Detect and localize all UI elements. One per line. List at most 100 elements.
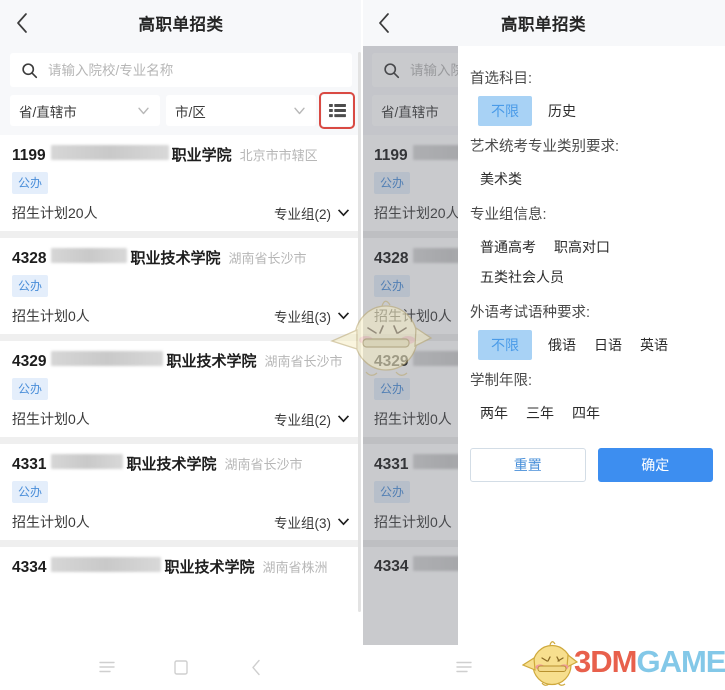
list-item-header: 4334 职业技术学院 湖南省株洲 xyxy=(12,556,350,577)
filter-chip-group-0[interactable]: 普通高考 xyxy=(478,232,538,262)
phone-screen-right: 高职单招类 省/直辖市 xyxy=(362,0,725,645)
badge-row: 公办 xyxy=(12,172,350,194)
city-select-label: 市/区 xyxy=(175,104,206,120)
school-region: 湖南省长沙市 xyxy=(264,354,343,369)
nav-recents-button[interactable] xyxy=(96,656,118,678)
filter-chip-row: 不限 历史 xyxy=(470,96,713,126)
filter-list-button[interactable] xyxy=(319,92,355,129)
search-icon xyxy=(18,62,40,79)
drawer-actions: 重置 确定 xyxy=(470,448,713,482)
filter-section-duration: 学制年限: 两年 三年 四年 xyxy=(470,369,713,428)
chevron-down-icon xyxy=(136,103,151,118)
major-group-toggle[interactable]: 专业组(2) xyxy=(274,203,350,223)
province-select[interactable]: 省/直辖市 xyxy=(10,95,160,126)
status-badge: 公办 xyxy=(12,275,49,297)
school-name: 职业技术学院 xyxy=(126,456,217,473)
filter-section-title: 外语考试语种要求: xyxy=(470,305,591,321)
school-name: 职业学院 xyxy=(171,147,232,164)
filter-chip-lang-1[interactable]: 俄语 xyxy=(546,330,578,360)
school-code: 4329 xyxy=(12,353,47,370)
school-name: 职业技术学院 xyxy=(166,353,257,370)
screenshot-root: 高职单招类 省/直辖市 市/区 xyxy=(0,0,725,690)
list-item[interactable]: 4331 职业技术学院 湖南省长沙市 公办 招生计划0人 专业组(3) xyxy=(0,444,362,540)
list-item-header: 4328 职业技术学院 湖南省长沙市 xyxy=(12,247,350,268)
major-group-toggle[interactable]: 专业组(3) xyxy=(274,306,350,326)
redacted-school-name xyxy=(51,248,128,263)
back-button[interactable] xyxy=(0,0,44,46)
school-code: 1199 xyxy=(12,147,46,164)
school-code: 4328 xyxy=(12,250,47,267)
filter-chip-subject-0[interactable]: 不限 xyxy=(478,96,532,126)
filter-section-title: 专业组信息: xyxy=(470,207,547,223)
watermark-text: 3DMGAME® xyxy=(574,644,725,680)
filter-chip-duration-0[interactable]: 两年 xyxy=(478,398,510,428)
filter-chip-duration-2[interactable]: 四年 xyxy=(570,398,602,428)
status-badge: 公办 xyxy=(12,172,49,194)
phone-screen-left: 高职单招类 省/直辖市 市/区 xyxy=(0,0,362,645)
school-region: 湖南省长沙市 xyxy=(224,457,303,472)
school-name: 职业技术学院 xyxy=(164,559,255,576)
list-item[interactable]: 1199 职业学院 北京市市辖区 公办 招生计划20人 专业组(2) xyxy=(0,135,362,231)
list-item[interactable]: 4328 职业技术学院 湖南省长沙市 公办 招生计划0人 专业组(3) xyxy=(0,238,362,334)
enrollment-plan: 招生计划0人 xyxy=(12,308,90,324)
redacted-school-name xyxy=(51,351,164,366)
major-group-toggle[interactable]: 专业组(2) xyxy=(274,409,350,429)
enrollment-plan: 招生计划0人 xyxy=(12,411,90,427)
filter-chip-row: 两年 三年 四年 xyxy=(470,398,713,428)
filter-chip-duration-1[interactable]: 三年 xyxy=(524,398,556,428)
school-code: 4334 xyxy=(12,559,47,576)
filter-chip-lang-0[interactable]: 不限 xyxy=(478,330,532,360)
filter-row: 省/直辖市 市/区 xyxy=(10,92,355,129)
list-item-footer: 招生计划0人 专业组(2) xyxy=(12,409,350,429)
search-input[interactable] xyxy=(40,62,344,78)
nav-home-button[interactable] xyxy=(170,656,192,678)
school-region: 北京市市辖区 xyxy=(239,148,318,163)
chevron-down-icon xyxy=(337,414,350,424)
filter-chip-group-1[interactable]: 职高对口 xyxy=(552,232,612,262)
status-badge: 公办 xyxy=(12,378,49,400)
filter-drawer: 首选科目: 不限 历史 艺术统考专业类别要求: 美术类 专业组信息: 普通高考 … xyxy=(458,46,725,645)
nav-recents-button[interactable] xyxy=(453,656,475,678)
school-region: 湖南省长沙市 xyxy=(228,251,307,266)
badge-row: 公办 xyxy=(12,275,350,297)
filter-chip-art-0[interactable]: 美术类 xyxy=(478,164,524,194)
nav-back-button[interactable] xyxy=(245,656,267,678)
school-name: 职业技术学院 xyxy=(130,250,221,267)
filter-chip-row: 普通高考 职高对口 五类社会人员 xyxy=(470,232,713,292)
redacted-school-name xyxy=(51,454,124,469)
list-lines-icon xyxy=(328,103,346,118)
panel-divider xyxy=(361,0,363,645)
city-select[interactable]: 市/区 xyxy=(166,95,316,126)
chevron-down-icon xyxy=(337,311,350,321)
filter-chip-row: 不限 俄语 日语 英语 xyxy=(470,330,713,360)
filter-chip-subject-1[interactable]: 历史 xyxy=(546,96,578,126)
list-item-footer: 招生计划20人 专业组(2) xyxy=(12,203,350,223)
filter-section-title: 艺术统考专业类别要求: xyxy=(470,139,620,155)
school-code: 4331 xyxy=(12,456,47,473)
filter-section-major-group: 专业组信息: 普通高考 职高对口 五类社会人员 xyxy=(470,203,713,292)
confirm-button[interactable]: 确定 xyxy=(597,448,713,482)
school-region: 湖南省株洲 xyxy=(262,560,328,575)
redacted-school-name xyxy=(50,145,169,160)
major-group-toggle[interactable]: 专业组(3) xyxy=(274,512,350,532)
filter-chip-group-2[interactable]: 五类社会人员 xyxy=(478,262,566,292)
filter-chip-row: 美术类 xyxy=(470,164,713,194)
search-zone: 省/直辖市 市/区 xyxy=(0,46,362,135)
back-button[interactable] xyxy=(362,0,406,46)
chevron-down-icon xyxy=(337,208,350,218)
watermark-text-primary: 3DM xyxy=(574,644,637,679)
status-badge: 公办 xyxy=(12,481,49,503)
page-title: 高职单招类 xyxy=(138,16,224,34)
drawer-scrim-overlay[interactable] xyxy=(362,46,458,645)
list-item[interactable]: 4334 职业技术学院 湖南省株洲 xyxy=(0,547,362,585)
watermark-text-secondary: GAME xyxy=(636,644,725,679)
list-item[interactable]: 4329 职业技术学院 湖南省长沙市 公办 招生计划0人 专业组(2) xyxy=(0,341,362,437)
badge-row: 公办 xyxy=(12,378,350,400)
filter-section-art-category: 艺术统考专业类别要求: 美术类 xyxy=(470,135,713,194)
filter-chip-lang-3[interactable]: 英语 xyxy=(638,330,670,360)
reset-button[interactable]: 重置 xyxy=(470,448,586,482)
filter-chip-lang-2[interactable]: 日语 xyxy=(592,330,624,360)
school-list[interactable]: 1199 职业学院 北京市市辖区 公办 招生计划20人 专业组(2) 4328 … xyxy=(0,135,362,585)
badge-row: 公办 xyxy=(12,481,350,503)
search-bar[interactable] xyxy=(10,53,352,87)
